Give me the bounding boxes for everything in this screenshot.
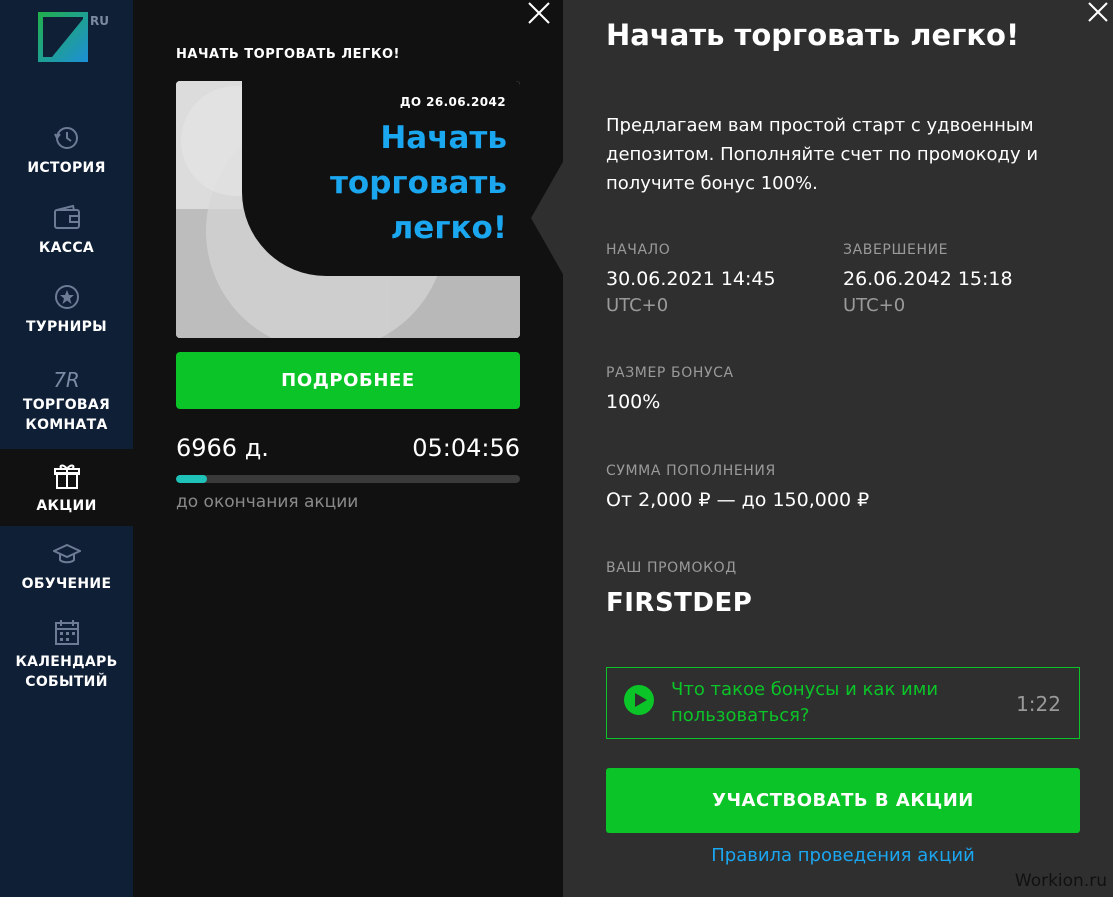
deposit-label: СУММА ПОПОЛНЕНИЯ	[606, 463, 776, 479]
sidebar-item-history[interactable]: ИСТОРИЯ	[0, 124, 133, 178]
sidebar-item-label: АКЦИИ	[36, 498, 97, 514]
start-label: НАЧАЛО	[606, 242, 671, 258]
progress-bar	[176, 475, 520, 483]
bonus-label: РАЗМЕР БОНУСА	[606, 365, 734, 381]
end-timezone: UTC+0	[843, 295, 906, 316]
start-value: 30.06.2021 14:45	[606, 268, 776, 290]
close-icon[interactable]	[526, 0, 552, 26]
logo[interactable]	[38, 12, 88, 62]
logo-region: RU	[90, 14, 109, 28]
trading-room-icon: 7R	[53, 368, 80, 392]
details-title: Начать торговать легко!	[606, 18, 1020, 52]
sidebar-item-label: ТОРГОВАЯ КОМНАТА	[22, 397, 111, 433]
sidebar-item-label: ОБУЧЕНИЕ	[21, 576, 112, 592]
end-value: 26.06.2042 15:18	[843, 268, 1013, 290]
start-timezone: UTC+0	[606, 295, 669, 316]
sidebar-item-tournaments[interactable]: ТУРНИРЫ	[0, 283, 133, 337]
history-icon	[53, 127, 78, 149]
progress-fill	[176, 475, 207, 483]
star-icon	[54, 285, 79, 309]
promo-heading: НАЧАТЬ ТОРГОВАТЬ ЛЕГКО!	[176, 47, 400, 62]
close-icon[interactable]	[1086, 0, 1110, 24]
wallet-icon	[53, 204, 80, 229]
graduation-cap-icon	[52, 543, 81, 564]
sidebar-item-label: КАЛЕНДАРЬ СОБЫТИЙ	[15, 654, 118, 690]
deposit-value: От 2,000 ₽ — до 150,000 ₽	[606, 489, 870, 511]
sidebar-item-label: ИСТОРИЯ	[27, 160, 106, 176]
sidebar-item-education[interactable]: ОБУЧЕНИЕ	[0, 540, 133, 594]
video-duration: 1:22	[1016, 692, 1061, 716]
more-button[interactable]: ПОДРОБНЕЕ	[176, 352, 520, 409]
banner-title: Начать торговать легко!	[329, 120, 507, 246]
days-left: 6966 д.	[176, 434, 269, 462]
play-icon	[624, 685, 654, 715]
promo-code-label: ВАШ ПРОМОКОД	[606, 560, 737, 576]
sidebar-item-label: ТУРНИРЫ	[26, 319, 107, 335]
gift-icon	[53, 464, 80, 489]
banner-until-date: ДО 26.06.2042	[399, 95, 506, 109]
join-promotion-button[interactable]: УЧАСТВОВАТЬ В АКЦИИ	[606, 768, 1080, 833]
sidebar-item-promotions[interactable]: АКЦИИ	[0, 449, 133, 526]
sidebar-item-cashier[interactable]: КАССА	[0, 204, 133, 258]
details-description: Предлагаем вам простой старт с удвоенным…	[606, 115, 1039, 194]
sidebar-item-label: КАССА	[38, 240, 95, 256]
sidebar-item-events-calendar[interactable]: КАЛЕНДАРЬ СОБЫТИЙ	[0, 618, 133, 692]
end-label: ЗАВЕРШЕНИЕ	[843, 242, 949, 258]
video-tutorial[interactable]: Что такое бонусы и как ими пользоваться?…	[606, 667, 1080, 739]
promotion-rules-link[interactable]: Правила проведения акций	[606, 845, 1080, 866]
promo-code: FIRSTDEP	[606, 588, 753, 618]
promo-banner[interactable]: ДО 26.06.2042 Начать торговать легко!	[176, 81, 520, 338]
watermark: Workion.ru	[1014, 871, 1107, 891]
sidebar-item-trading-room[interactable]: 7R ТОРГОВАЯ КОМНАТА	[0, 367, 133, 435]
until-end-label: до окончания акции	[176, 492, 359, 512]
bonus-value: 100%	[606, 391, 661, 413]
sidebar: RU ИСТОРИЯ КАССА ТУРНИРЫ 7R ТОРГОВАЯ КОМ…	[0, 0, 133, 897]
calendar-icon	[54, 620, 79, 645]
video-title: Что такое бонусы и как ими пользоваться?	[671, 679, 939, 726]
time-left: 05:04:56	[412, 434, 520, 462]
panel-pointer	[531, 160, 564, 276]
